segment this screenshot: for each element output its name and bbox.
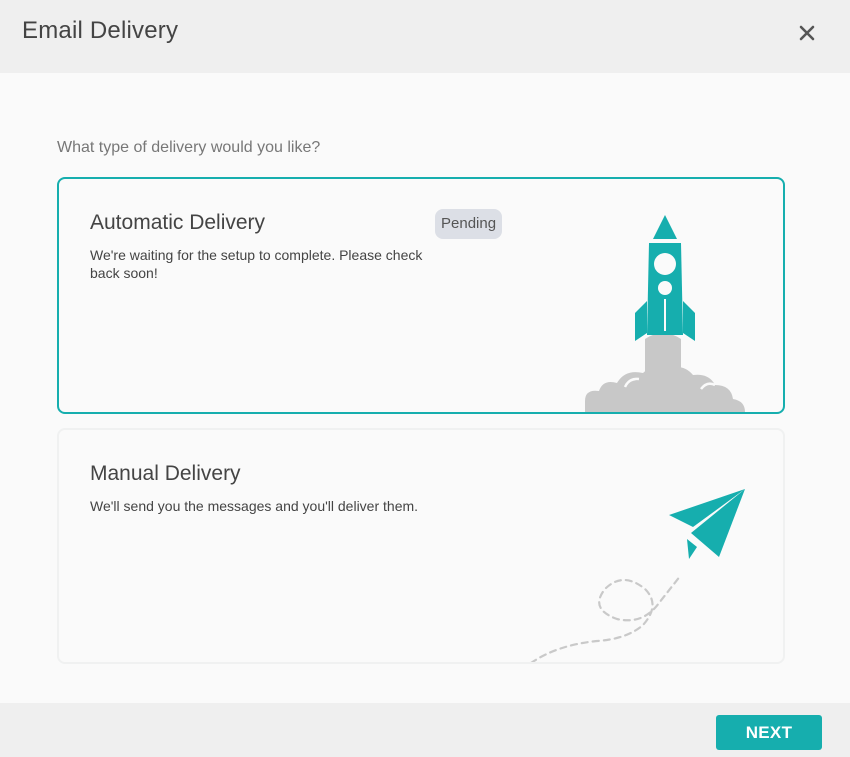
dialog-title: Email Delivery: [22, 17, 179, 44]
automatic-delivery-option[interactable]: Automatic Delivery Pending We're waiting…: [57, 177, 785, 414]
email-delivery-dialog: Email Delivery What type of delivery wou…: [0, 0, 850, 757]
manual-delivery-option[interactable]: Manual Delivery We'll send you the messa…: [57, 428, 785, 664]
dialog-footer: NEXT: [0, 703, 850, 757]
option-title: Automatic Delivery: [90, 211, 266, 234]
close-button[interactable]: [793, 19, 821, 47]
option-description: We're waiting for the setup to complete.…: [90, 247, 423, 281]
rocket-icon: [585, 215, 745, 412]
option-title: Manual Delivery: [90, 462, 241, 485]
next-button[interactable]: NEXT: [716, 715, 822, 750]
close-icon: [799, 25, 815, 41]
dialog-header: Email Delivery: [0, 0, 850, 73]
status-badge: Pending: [435, 209, 503, 239]
option-description: We'll send you the messages and you'll d…: [90, 498, 419, 514]
paper-plane-icon: [530, 489, 745, 662]
delivery-question: What type of delivery would you like?: [57, 139, 321, 156]
